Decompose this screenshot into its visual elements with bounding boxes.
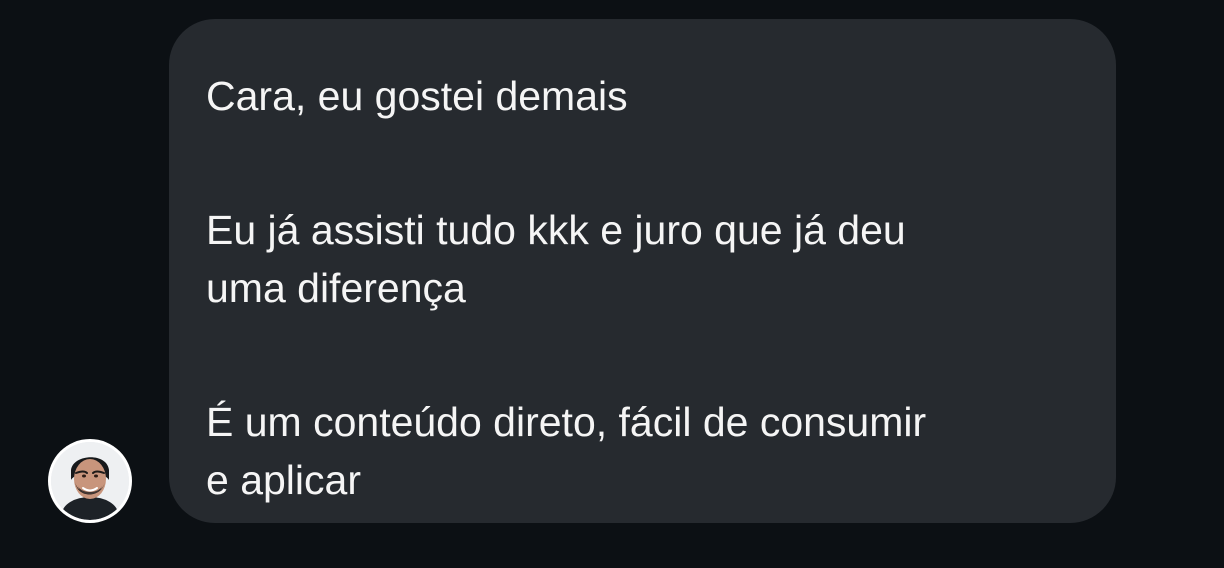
message-line: e aplicar [206,457,361,503]
message-line: É um conteúdo direto, fácil de consumir [206,399,927,445]
message-line: Cara, eu gostei demais [206,73,628,119]
message-bubble[interactable]: Cara, eu gostei demais Eu já assisti tud… [169,19,1116,523]
message-paragraph: Cara, eu gostei demais [206,67,1080,125]
avatar[interactable] [48,439,132,523]
message-paragraph: Eu já assisti tudo kkk e juro que já deu… [206,201,1080,317]
message-line: Eu já assisti tudo kkk e juro que já deu [206,207,906,253]
profile-avatar-icon [51,442,129,520]
message-row: Cara, eu gostei demais Eu já assisti tud… [0,0,1224,568]
message-paragraph: É um conteúdo direto, fácil de consumir … [206,393,1080,509]
message-line: uma diferença [206,265,466,311]
